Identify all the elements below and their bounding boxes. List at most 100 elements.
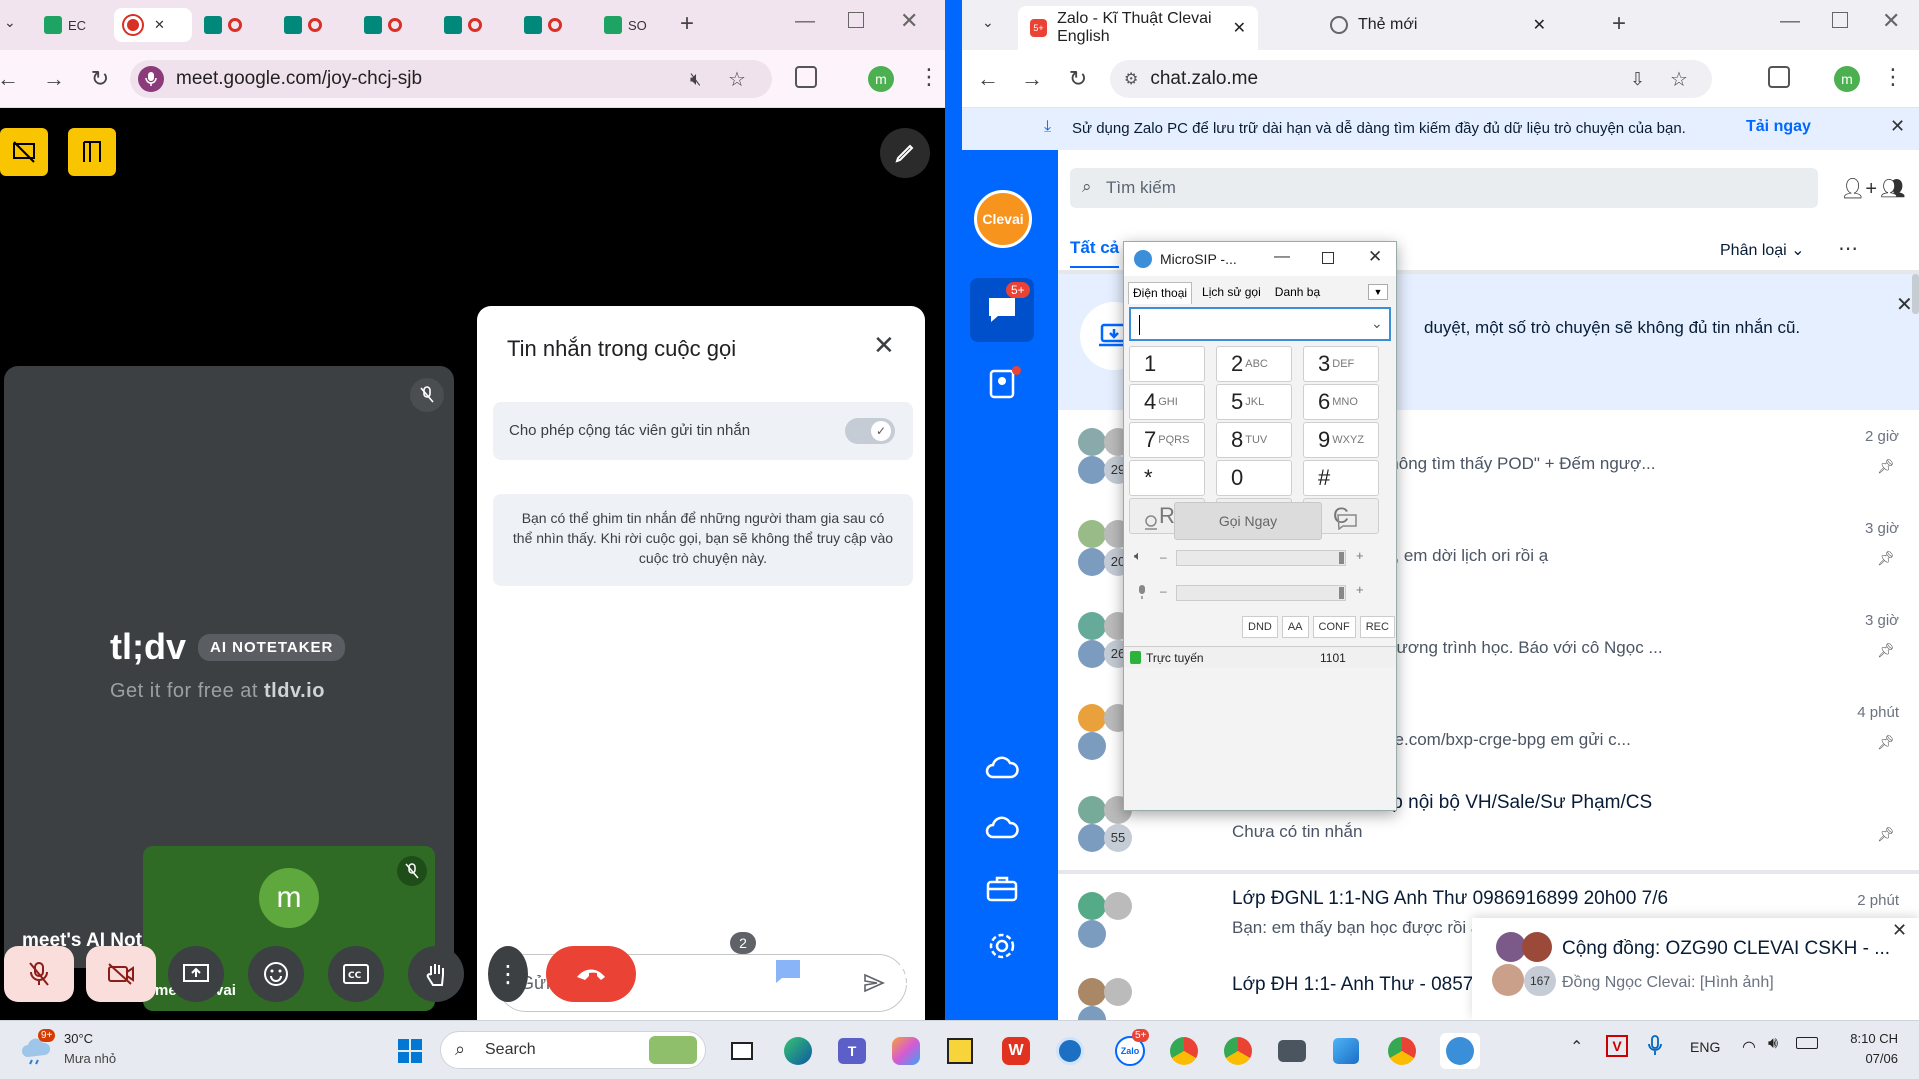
microphone-icon[interactable] (1136, 584, 1148, 600)
download-now-link[interactable]: Tải ngay (1746, 118, 1811, 136)
sort-dropdown[interactable]: Phân loại ⌄ (1720, 240, 1805, 260)
maximize-button[interactable] (848, 12, 864, 28)
zalo-taskbar-icon[interactable]: Zalo 5+ (1112, 1029, 1150, 1069)
raise-hand-button[interactable] (408, 946, 464, 1002)
search-input[interactable]: ⌕ Tìm kiếm (1070, 168, 1818, 208)
toolbox-nav-icon[interactable] (976, 862, 1028, 914)
new-tab-button[interactable]: + (1612, 10, 1626, 38)
task-view-icon[interactable] (724, 1033, 760, 1069)
close-window-button[interactable]: ✕ (900, 8, 918, 34)
settings-nav-icon[interactable] (976, 920, 1028, 972)
browser-tab[interactable] (514, 8, 592, 42)
mic-off-button[interactable] (4, 946, 74, 1002)
show-hidden-icons[interactable]: ⌃ (1570, 1037, 1583, 1057)
keypad-key[interactable]: 7 PQRS (1129, 422, 1205, 458)
keypad-key[interactable]: 1 (1129, 346, 1205, 382)
weather-icon[interactable]: 9+ (20, 1029, 56, 1067)
close-banner-icon[interactable]: ✕ (1890, 116, 1905, 137)
wifi-icon[interactable]: ◠ (1742, 1037, 1756, 1057)
keypad-key[interactable]: 3 DEF (1303, 346, 1379, 382)
microsip-option-button[interactable]: AA (1281, 616, 1309, 638)
copilot-icon[interactable] (888, 1033, 924, 1069)
extensions-icon[interactable] (1768, 66, 1790, 88)
browser-tab[interactable] (194, 8, 272, 42)
close-window-button[interactable]: ✕ (1882, 8, 1900, 34)
close-tab-icon[interactable]: ✕ (1233, 18, 1246, 38)
microsip-taskbar-icon[interactable] (1440, 1033, 1480, 1069)
close-panel-button[interactable]: ✕ (873, 330, 895, 361)
microsip-close[interactable]: ✕ (1368, 247, 1382, 267)
camera-off-button[interactable] (86, 946, 156, 1002)
microsip-tab[interactable]: Lịch sử gọi (1198, 282, 1265, 304)
teams-icon[interactable]: T (834, 1033, 870, 1069)
people-icon[interactable] (714, 958, 744, 984)
keypad-key[interactable]: 9 WXYZ (1303, 422, 1379, 458)
bookmark-star-icon[interactable]: ☆ (728, 67, 746, 92)
start-button[interactable] (392, 1033, 428, 1069)
install-app-icon[interactable]: ⇩ (1630, 69, 1645, 90)
messages-nav-icon[interactable]: 5+ (970, 278, 1034, 342)
browser-tab[interactable]: SO (594, 8, 672, 42)
more-options-button[interactable]: ⋮ (488, 946, 528, 1002)
bookmark-star-icon[interactable]: ☆ (1670, 67, 1688, 92)
chrome-profile-3-icon[interactable] (1384, 1033, 1420, 1069)
edit-pencil-icon[interactable] (880, 128, 930, 178)
sticky-notes-icon[interactable] (942, 1033, 978, 1069)
microsip-minimize[interactable]: — (1274, 248, 1290, 266)
keypad-key[interactable]: 5 JKL (1216, 384, 1292, 420)
back-button[interactable]: ← (0, 65, 22, 93)
keypad-key[interactable]: # (1303, 460, 1379, 496)
chat-icon[interactable] (774, 958, 802, 984)
speaker-icon[interactable]: 🔈︎ (1134, 548, 1142, 564)
call-now-button[interactable]: Gọi Ngay (1174, 502, 1322, 540)
microsip-tab[interactable]: Điện thoại (1128, 282, 1193, 304)
user-avatar[interactable]: Clevai (974, 190, 1032, 248)
speaker-volume-slider[interactable] (1176, 550, 1346, 566)
reload-button[interactable]: ↻ (86, 65, 114, 93)
chrome-menu-icon[interactable]: ⋮ (1882, 64, 1904, 90)
contacts-nav-icon[interactable] (976, 358, 1028, 410)
remote-desktop-icon[interactable] (1052, 1033, 1088, 1069)
dial-number-input[interactable]: ⌄ (1129, 307, 1391, 341)
omnibox[interactable]: ⚙ chat.zalo.me ⇩ ☆ (1110, 60, 1712, 98)
clock-date[interactable]: 07/06 (1838, 1051, 1898, 1066)
keypad-key[interactable]: 0 (1216, 460, 1292, 496)
keypad-key[interactable]: * (1129, 460, 1205, 496)
microsip-option-button[interactable]: REC (1359, 616, 1395, 638)
wps-icon[interactable]: W (998, 1033, 1034, 1069)
forward-button[interactable]: → (40, 65, 68, 93)
close-notice-icon[interactable]: ✕ (1896, 292, 1913, 317)
browser-tab[interactable]: EC (34, 8, 112, 42)
paint-icon[interactable] (1328, 1033, 1364, 1069)
chrome-menu-icon[interactable]: ⋮ (918, 64, 940, 90)
volume-icon[interactable]: 🔊︎ (1768, 1035, 1778, 1053)
present-screen-button[interactable] (168, 946, 224, 1002)
allow-messages-toggle[interactable]: ✓ (845, 418, 895, 444)
maximize-button[interactable] (1832, 12, 1848, 28)
create-group-icon[interactable]: 👥︎ (1880, 176, 1905, 201)
tab-search-chevron-icon[interactable]: ⌄ (982, 14, 994, 31)
microsip-maximize[interactable] (1322, 252, 1334, 264)
minimize-button[interactable]: — (795, 10, 815, 33)
tab-new[interactable]: Thẻ mới ✕ (1318, 8, 1558, 42)
meeting-info-icon[interactable] (654, 958, 682, 986)
zcloud-nav-icon[interactable] (976, 742, 1028, 794)
mic-tray-icon[interactable] (1648, 1035, 1662, 1057)
forward-button[interactable]: → (1018, 65, 1046, 93)
browser-tab[interactable] (434, 8, 512, 42)
mic-volume-slider[interactable] (1176, 585, 1346, 601)
extensions-icon[interactable] (795, 66, 817, 88)
clock-time[interactable]: 8:10 CH (1838, 1031, 1898, 1046)
add-friend-icon[interactable]: 👤︎+ (1840, 176, 1877, 201)
reload-button[interactable]: ↻ (1064, 65, 1092, 93)
edge-icon[interactable] (780, 1033, 816, 1069)
microsip-tab[interactable]: Danh bạ (1271, 282, 1324, 304)
microsip-option-button[interactable]: CONF (1312, 616, 1356, 638)
host-controls-icon[interactable] (894, 956, 920, 986)
cloud-nav-icon[interactable] (976, 802, 1028, 854)
chrome-profile-2-icon[interactable] (1220, 1033, 1256, 1069)
close-tab-icon[interactable]: ✕ (1533, 15, 1546, 35)
omnibox[interactable]: meet.google.com/joy-chcj-sjb 🔇︎ ☆ (130, 60, 772, 98)
emoji-reactions-button[interactable] (248, 946, 304, 1002)
tldv-screen-icon[interactable] (0, 128, 48, 176)
